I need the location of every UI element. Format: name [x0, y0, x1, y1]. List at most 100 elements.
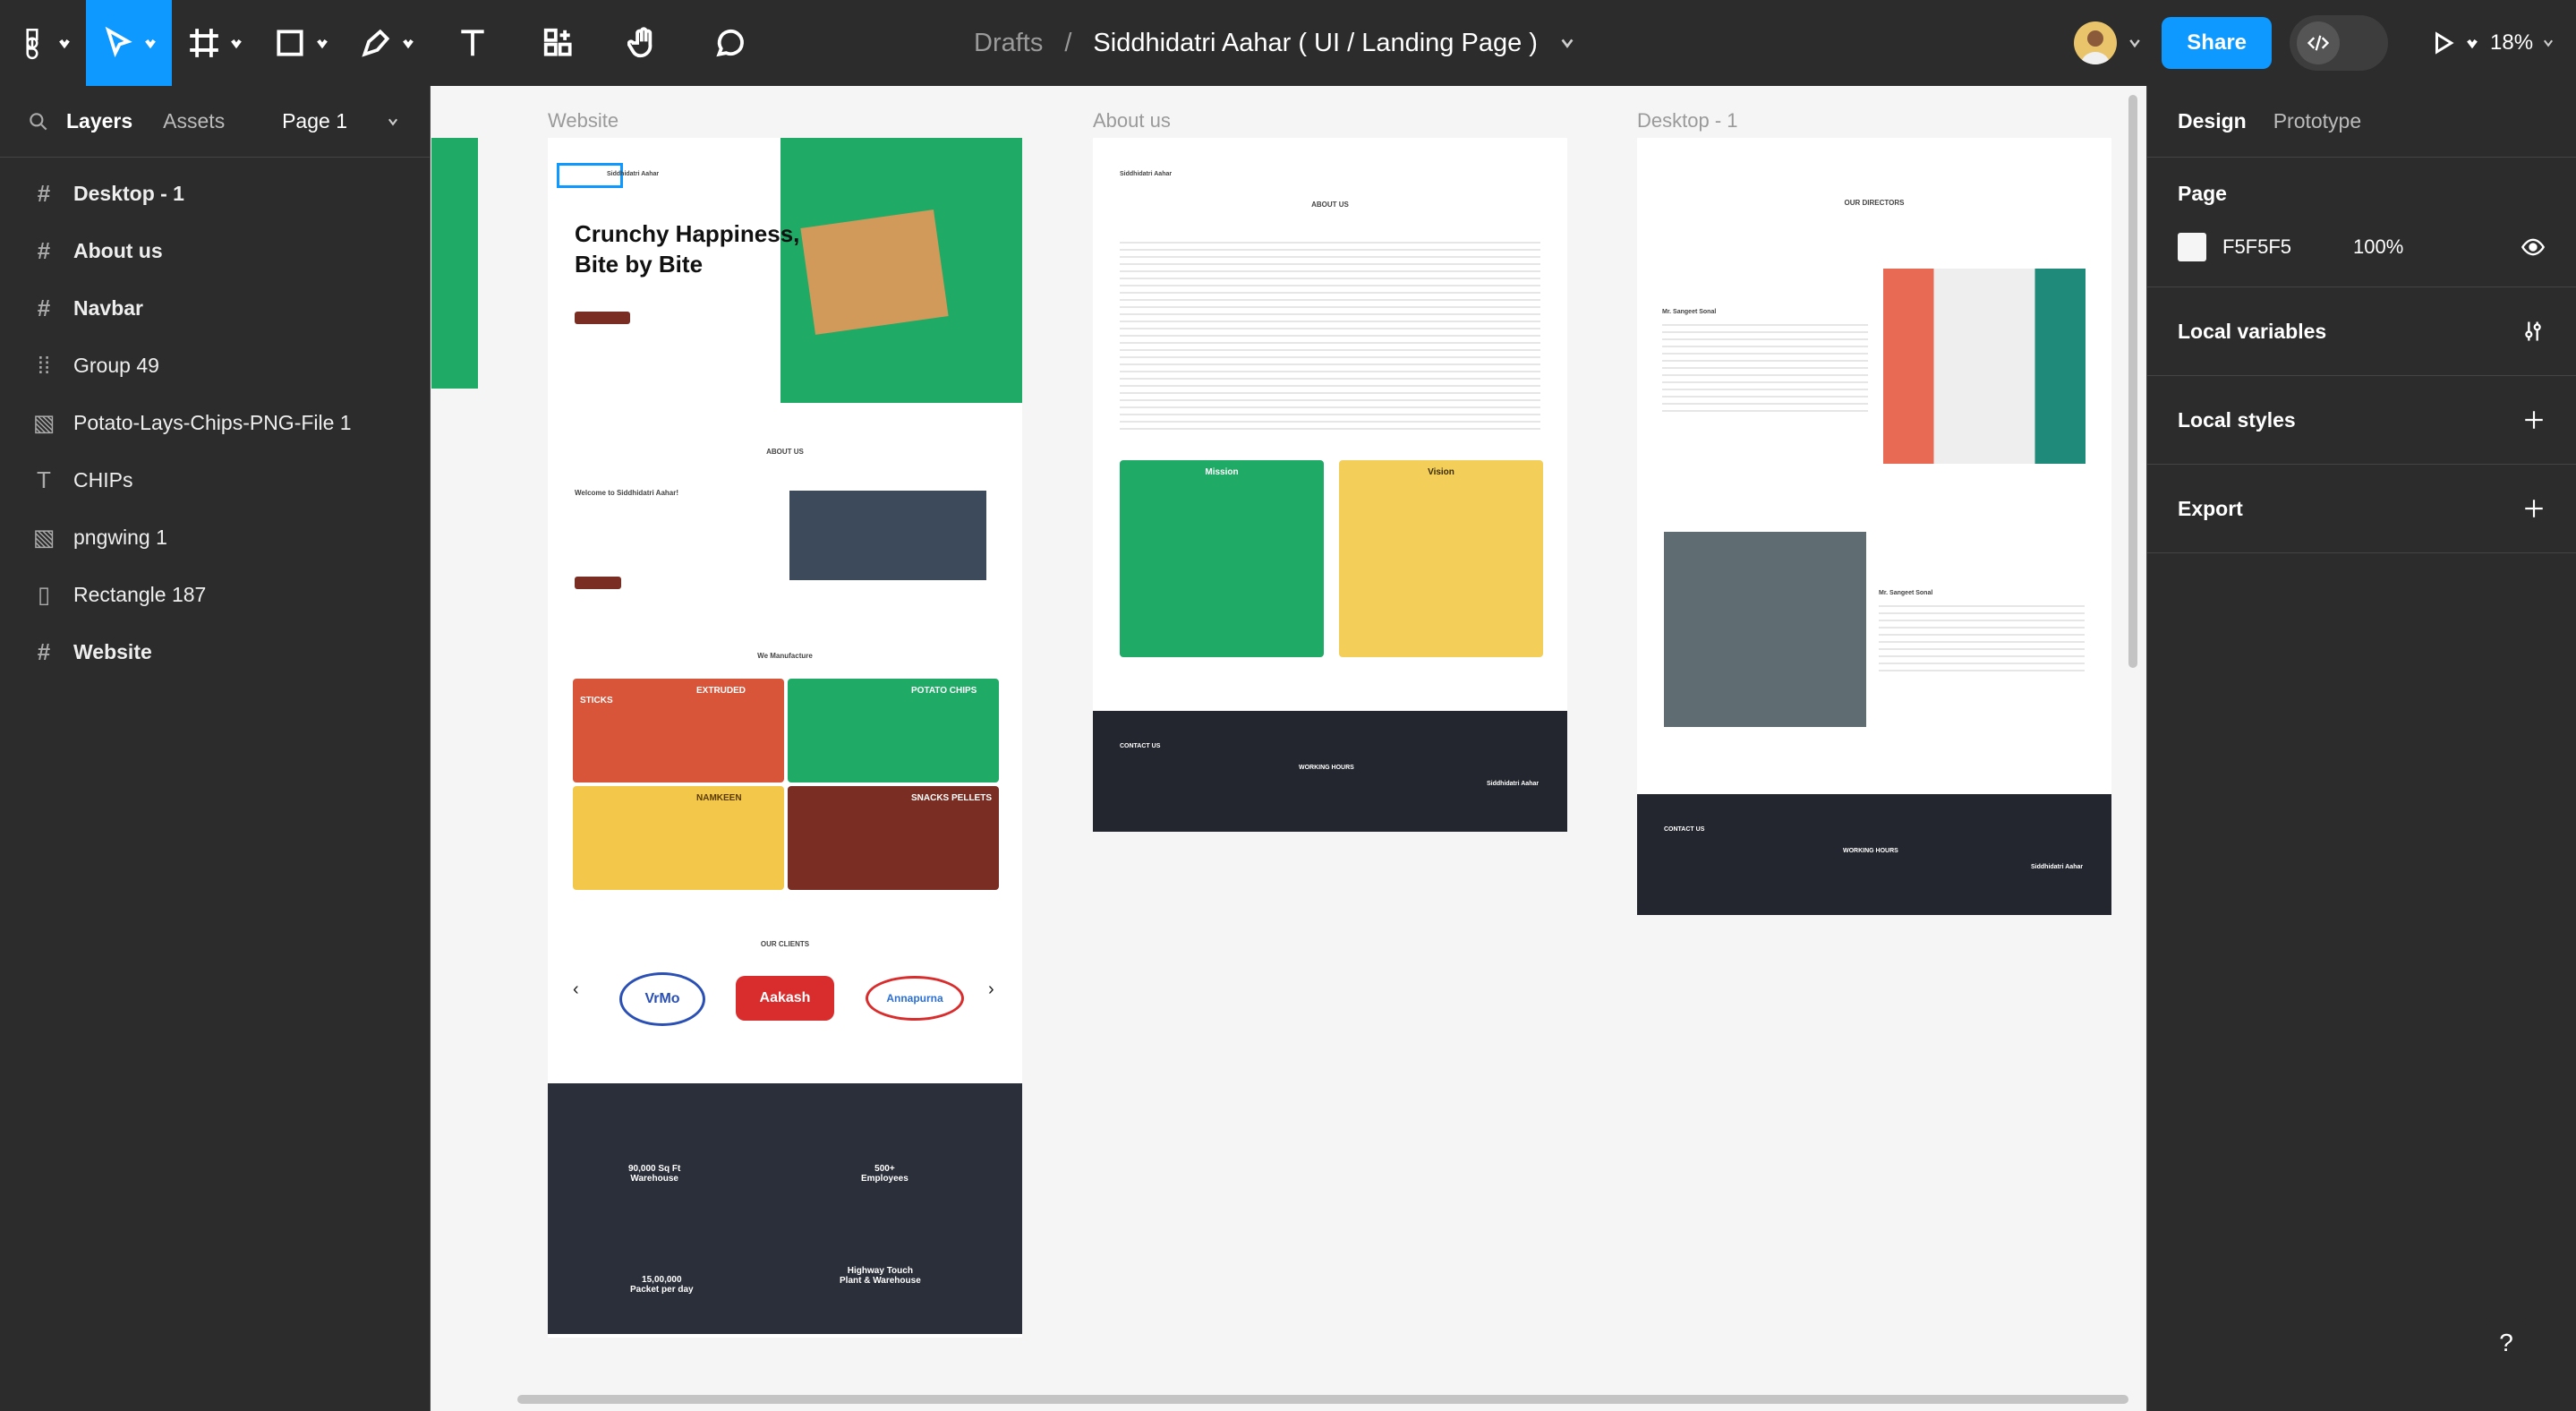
carousel-next-icon[interactable]: ›: [988, 979, 994, 1000]
client-logo: VrMo: [619, 972, 705, 1026]
layer-item[interactable]: ⁞⁞ Group 49: [0, 337, 430, 394]
text-icon: T: [37, 466, 51, 493]
frame-icon: #: [37, 637, 51, 665]
file-name[interactable]: Siddhidatri Aahar ( UI / Landing Page ): [1093, 29, 1538, 58]
layer-item[interactable]: T CHIPs: [0, 451, 430, 509]
canvas[interactable]: Website About us Desktop - 1 Siddhidatri…: [431, 86, 2145, 1411]
search-icon[interactable]: [27, 110, 50, 133]
breadcrumb: Drafts / Siddhidatri Aahar ( UI / Landin…: [974, 0, 1575, 86]
resources-tool-button[interactable]: [516, 0, 601, 86]
manufacture-heading: We Manufacture: [757, 652, 813, 660]
frame-label-desktop[interactable]: Desktop - 1: [1637, 109, 1738, 133]
rectangle-icon: ▯: [37, 580, 51, 608]
offscreen-frame[interactable]: [431, 138, 478, 389]
desktop-frame[interactable]: OUR DIRECTORS Mr. Sangeet Sonal Mr. Sang…: [1637, 138, 2111, 915]
layer-item[interactable]: ▯ Rectangle 187: [0, 566, 430, 623]
read-more-button[interactable]: [575, 577, 621, 589]
stats-section: 90,000 Sq Ft Warehouse 500+ Employees 15,0…: [548, 1083, 1022, 1334]
present-button[interactable]: [2418, 0, 2490, 86]
product-card[interactable]: EXTRUDED STICKS: [573, 679, 784, 782]
tab-prototype[interactable]: Prototype: [2273, 109, 2361, 133]
product-label: NAMKEEN: [696, 793, 742, 803]
vision-card: Vision: [1339, 460, 1543, 657]
desktop-footer: CONTACT US WORKING HOURS Siddhidatri Aah…: [1637, 794, 2111, 915]
dev-mode-toggle[interactable]: [2290, 15, 2388, 71]
plus-icon[interactable]: [2522, 497, 2546, 520]
layer-item[interactable]: # About us: [0, 222, 430, 279]
share-button[interactable]: Share: [2162, 17, 2272, 69]
layer-item[interactable]: # Website: [0, 623, 430, 680]
avatar[interactable]: [2074, 21, 2118, 64]
vertical-scrollbar[interactable]: [2128, 95, 2137, 668]
sliders-icon[interactable]: [2521, 319, 2546, 344]
play-icon: [2435, 31, 2454, 55]
group-icon: ⁞⁞: [37, 351, 51, 379]
stat-label: Packet per day: [630, 1285, 694, 1295]
frame-icon: #: [37, 179, 51, 207]
layer-label: pngwing 1: [73, 525, 167, 549]
about-frame[interactable]: Siddhidatri Aahar ABOUT US Mission Visio…: [1093, 138, 1567, 832]
chevron-down-icon: [59, 38, 70, 49]
code-icon: [2297, 21, 2340, 64]
hero-boxes-image: [800, 210, 949, 335]
plus-icon[interactable]: [2522, 408, 2546, 432]
frame-label-about[interactable]: About us: [1093, 109, 1171, 133]
local-styles-section: Local styles: [2147, 376, 2576, 465]
website-frame[interactable]: Siddhidatri Aahar Crunchy Happiness, Bit…: [548, 138, 1022, 1338]
eye-icon[interactable]: [2521, 235, 2546, 260]
stat-value: 90,000 Sq Ft: [628, 1164, 681, 1174]
chevron-down-icon[interactable]: [1559, 35, 1575, 51]
frame-icon: [190, 29, 218, 57]
text-tool-button[interactable]: [430, 0, 516, 86]
about-paragraphs: [1120, 236, 1540, 433]
main-menu-button[interactable]: [0, 0, 86, 86]
frame-label-website[interactable]: Website: [548, 109, 618, 133]
page-selector-label: Page 1: [282, 109, 347, 133]
zoom-control[interactable]: 18%: [2490, 30, 2576, 56]
breadcrumb-drafts[interactable]: Drafts: [974, 29, 1043, 58]
chevron-down-icon[interactable]: [2128, 36, 2142, 50]
frame-tool-button[interactable]: [172, 0, 258, 86]
stat-value: 500+: [874, 1164, 895, 1174]
page-opacity[interactable]: 100%: [2353, 235, 2403, 259]
pen-tool-button[interactable]: [344, 0, 430, 86]
product-card[interactable]: POTATO CHIPS: [788, 679, 999, 782]
hand-tool-button[interactable]: [601, 0, 687, 86]
mission-title: Mission: [1205, 467, 1239, 477]
local-variables-section: Local variables: [2147, 287, 2576, 376]
cursor-icon: [105, 26, 132, 58]
toolbar-right: Share 18%: [2074, 0, 2576, 86]
website-brand: Siddhidatri Aahar: [607, 171, 660, 177]
help-button[interactable]: ?: [2479, 1316, 2533, 1370]
comment-tool-button[interactable]: [687, 0, 773, 86]
footer-contact-heading: CONTACT US: [1664, 826, 1705, 833]
page-fill-row[interactable]: F5F5F5 100%: [2178, 229, 2546, 265]
layer-item[interactable]: # Navbar: [0, 279, 430, 337]
layer-label: Rectangle 187: [73, 582, 207, 606]
page-color-swatch[interactable]: [2178, 233, 2206, 261]
move-tool-button[interactable]: [86, 0, 172, 86]
horizontal-scrollbar[interactable]: [517, 1395, 2128, 1404]
layer-item[interactable]: ▧ Potato-Lays-Chips-PNG-File 1: [0, 394, 430, 451]
page-selector[interactable]: Page 1: [282, 109, 399, 133]
stat-item: Highway Touch Plant & Warehouse: [840, 1266, 921, 1286]
shape-tool-button[interactable]: [258, 0, 344, 86]
website-about-heading: ABOUT US: [766, 448, 804, 456]
layer-item[interactable]: ▧ pngwing 1: [0, 509, 430, 566]
footer-hours-heading: WORKING HOURS: [1299, 765, 1354, 771]
product-card[interactable]: NAMKEEN: [573, 786, 784, 890]
mission-card: Mission: [1120, 460, 1324, 657]
page-color-hex[interactable]: F5F5F5: [2222, 235, 2353, 259]
hero-title-line-1: Crunchy Happiness,: [575, 220, 800, 247]
product-card[interactable]: SNACKS PELLETS: [788, 786, 999, 890]
layer-label: CHIPs: [73, 467, 133, 492]
tab-layers[interactable]: Layers: [66, 109, 132, 133]
chevron-down-icon: [145, 38, 156, 49]
tab-assets[interactable]: Assets: [163, 109, 225, 133]
director-bio: [1662, 319, 1868, 417]
hero-cta-button[interactable]: [575, 312, 630, 324]
layer-item[interactable]: # Desktop - 1: [0, 165, 430, 222]
vision-title: Vision: [1428, 467, 1454, 477]
tab-design[interactable]: Design: [2178, 109, 2247, 133]
carousel-prev-icon[interactable]: ‹: [573, 979, 579, 1000]
